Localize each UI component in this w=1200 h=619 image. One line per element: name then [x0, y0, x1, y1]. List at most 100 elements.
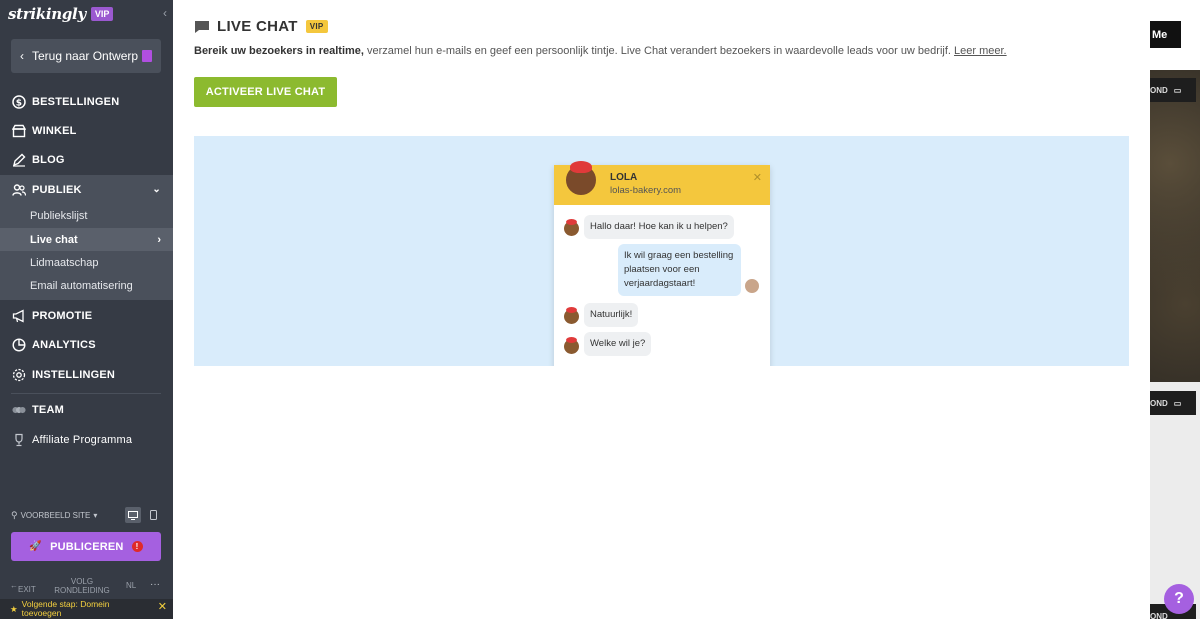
chat-message: Welke wil je? [584, 332, 652, 356]
pie-chart-icon [12, 337, 26, 352]
agent-avatar-small [564, 337, 579, 354]
site-canvas: Me OND ▭ OND ▭ OND ? [1150, 0, 1200, 619]
audience-submenu: Publiekslijst Live chat › Lidmaatschap E… [0, 204, 173, 300]
nav-audience[interactable]: PUBLIEK ⌄ [0, 175, 173, 204]
publish-label: PUBLICEREN [50, 540, 124, 553]
background-edit-button[interactable]: OND ▭ [1150, 78, 1196, 102]
agent-avatar [564, 161, 598, 197]
chat-preview-area: LOLA lolas-bakery.com ✕ Hallo daar! Hoe … [194, 136, 1129, 366]
chat-icon [195, 20, 209, 33]
chat-message: Ik wil graag een bestelling plaatsen voo… [618, 244, 741, 296]
divider [11, 393, 161, 394]
chat-message: Hallo daar! Hoe kan ik u helpen? [584, 215, 734, 239]
sub-item-membership[interactable]: Lidmaatschap [0, 251, 173, 274]
help-button[interactable]: ? [1164, 584, 1194, 614]
background-label: OND [1150, 611, 1168, 619]
agent-avatar-small [564, 307, 579, 324]
exit-label: EXIT [18, 585, 36, 594]
activate-live-chat-button[interactable]: ACTIVEER LIVE CHAT [194, 77, 337, 107]
chevron-left-icon: ‹ [20, 49, 24, 63]
next-step-banner[interactable]: ★ Volgende stap: Domein toevoegen ✕ [0, 599, 173, 619]
image-icon: ▭ [1173, 85, 1182, 95]
trophy-icon [12, 433, 26, 447]
nav-team-label: TEAM [32, 403, 64, 416]
nav-promotion[interactable]: PROMOTIE [0, 301, 173, 330]
dollar-icon: $ [12, 94, 26, 109]
nav-store[interactable]: WINKEL [0, 116, 173, 145]
learn-more-link[interactable]: Leer meer. [954, 45, 1007, 57]
sidebar: strikingly VIP ‹ ‹ Terug naar Ontwerp $ … [0, 0, 173, 619]
nav-audience-label: PUBLIEK [32, 183, 82, 196]
sub-item-label: Lidmaatschap [30, 256, 99, 269]
sub-item-audience-list[interactable]: Publiekslijst [0, 204, 173, 227]
sidebar-header: strikingly VIP ‹ [0, 0, 173, 27]
gear-icon [12, 368, 26, 382]
me-button[interactable]: Me [1150, 21, 1181, 48]
rocket-icon: 🚀 [29, 541, 43, 552]
live-chat-panel: LIVE CHAT VIP Bereik uw bezoekers in rea… [173, 0, 1150, 619]
exit-button[interactable]: ← EXIT [10, 581, 36, 594]
preview-site-row: ⚲ VOORBEELD SITE ▾ [11, 507, 161, 523]
strikingly-logo: strikingly [8, 4, 86, 23]
more-icon[interactable]: ··· [150, 579, 160, 590]
nav-team[interactable]: TEAM [0, 395, 173, 424]
image-icon: ▭ [1173, 398, 1182, 408]
agent-avatar-small [564, 219, 579, 236]
chat-header: LOLA lolas-bakery.com ✕ [554, 161, 770, 205]
close-icon: ✕ [752, 172, 762, 184]
svg-text:$: $ [16, 98, 22, 108]
language-button[interactable]: NL [126, 581, 136, 590]
agent-name: LOLA [610, 172, 638, 183]
nav-blog[interactable]: BLOG [0, 145, 173, 174]
nav-orders-label: BESTELLINGEN [32, 95, 120, 108]
sub-item-live-chat[interactable]: Live chat › [0, 228, 173, 251]
chat-widget-preview: LOLA lolas-bakery.com ✕ Hallo daar! Hoe … [554, 161, 770, 366]
page-title: LIVE CHAT VIP [194, 18, 328, 35]
sub-item-label: Publiekslijst [30, 209, 88, 222]
desktop-view-icon[interactable] [125, 507, 141, 523]
nav-affiliate[interactable]: Affiliate Programma [0, 425, 173, 454]
tour-button[interactable]: VOLG RONDLEIDING [52, 577, 112, 595]
collapse-sidebar-icon[interactable]: ‹ [163, 6, 167, 20]
pen-icon [12, 153, 26, 167]
nav-orders[interactable]: $ BESTELLINGEN [0, 87, 173, 116]
nav-settings-label: INSTELLINGEN [32, 368, 116, 381]
sidebar-footer: ← EXIT VOLG RONDLEIDING NL ··· [0, 577, 173, 595]
description: Bereik uw bezoekers in realtime, verzame… [194, 45, 1007, 57]
sub-item-label: Email automatisering [30, 279, 133, 292]
nav-store-label: WINKEL [32, 124, 77, 137]
sub-item-label: Live chat [30, 233, 78, 246]
agent-site: lolas-bakery.com [610, 185, 682, 196]
caret-down-icon: ▾ [93, 510, 98, 520]
page-icon [142, 50, 152, 62]
back-to-design-label: Terug naar Ontwerp [32, 49, 139, 63]
vip-badge: VIP [305, 20, 328, 33]
description-bold: Bereik uw bezoekers in realtime, [194, 45, 364, 57]
back-to-design-button[interactable]: ‹ Terug naar Ontwerp [11, 39, 161, 73]
publish-button[interactable]: 🚀 PUBLICEREN ! [11, 532, 161, 561]
preview-site-dropdown[interactable]: VOORBEELD SITE [21, 511, 91, 520]
nav-promotion-label: PROMOTIE [32, 309, 93, 322]
search-icon: ⚲ [11, 509, 18, 520]
site-header: Me [1150, 0, 1200, 70]
user-avatar [744, 278, 760, 294]
nav-analytics-label: ANALYTICS [32, 338, 96, 351]
nav-affiliate-label: Affiliate Programma [32, 433, 133, 446]
sub-item-email-automation[interactable]: Email automatisering [0, 274, 173, 297]
background-label: OND [1150, 85, 1168, 95]
chat-message: Natuurlijk! [584, 303, 639, 327]
star-icon: ★ [10, 603, 18, 614]
close-icon[interactable]: ✕ [158, 602, 167, 613]
background-label: OND [1150, 398, 1168, 408]
nav-settings[interactable]: INSTELLINGEN [0, 360, 173, 389]
nav-analytics[interactable]: ANALYTICS [0, 330, 173, 359]
users-icon [12, 183, 26, 197]
description-text: verzamel hun e-mails en geef een persoon… [363, 45, 951, 57]
mobile-view-icon[interactable] [145, 507, 161, 523]
store-icon [12, 124, 26, 138]
team-icon [12, 403, 26, 417]
chevron-down-icon: ⌄ [152, 184, 161, 195]
chevron-right-icon: › [157, 233, 161, 246]
alert-icon: ! [131, 541, 143, 552]
background-edit-button[interactable]: OND ▭ [1150, 391, 1196, 415]
